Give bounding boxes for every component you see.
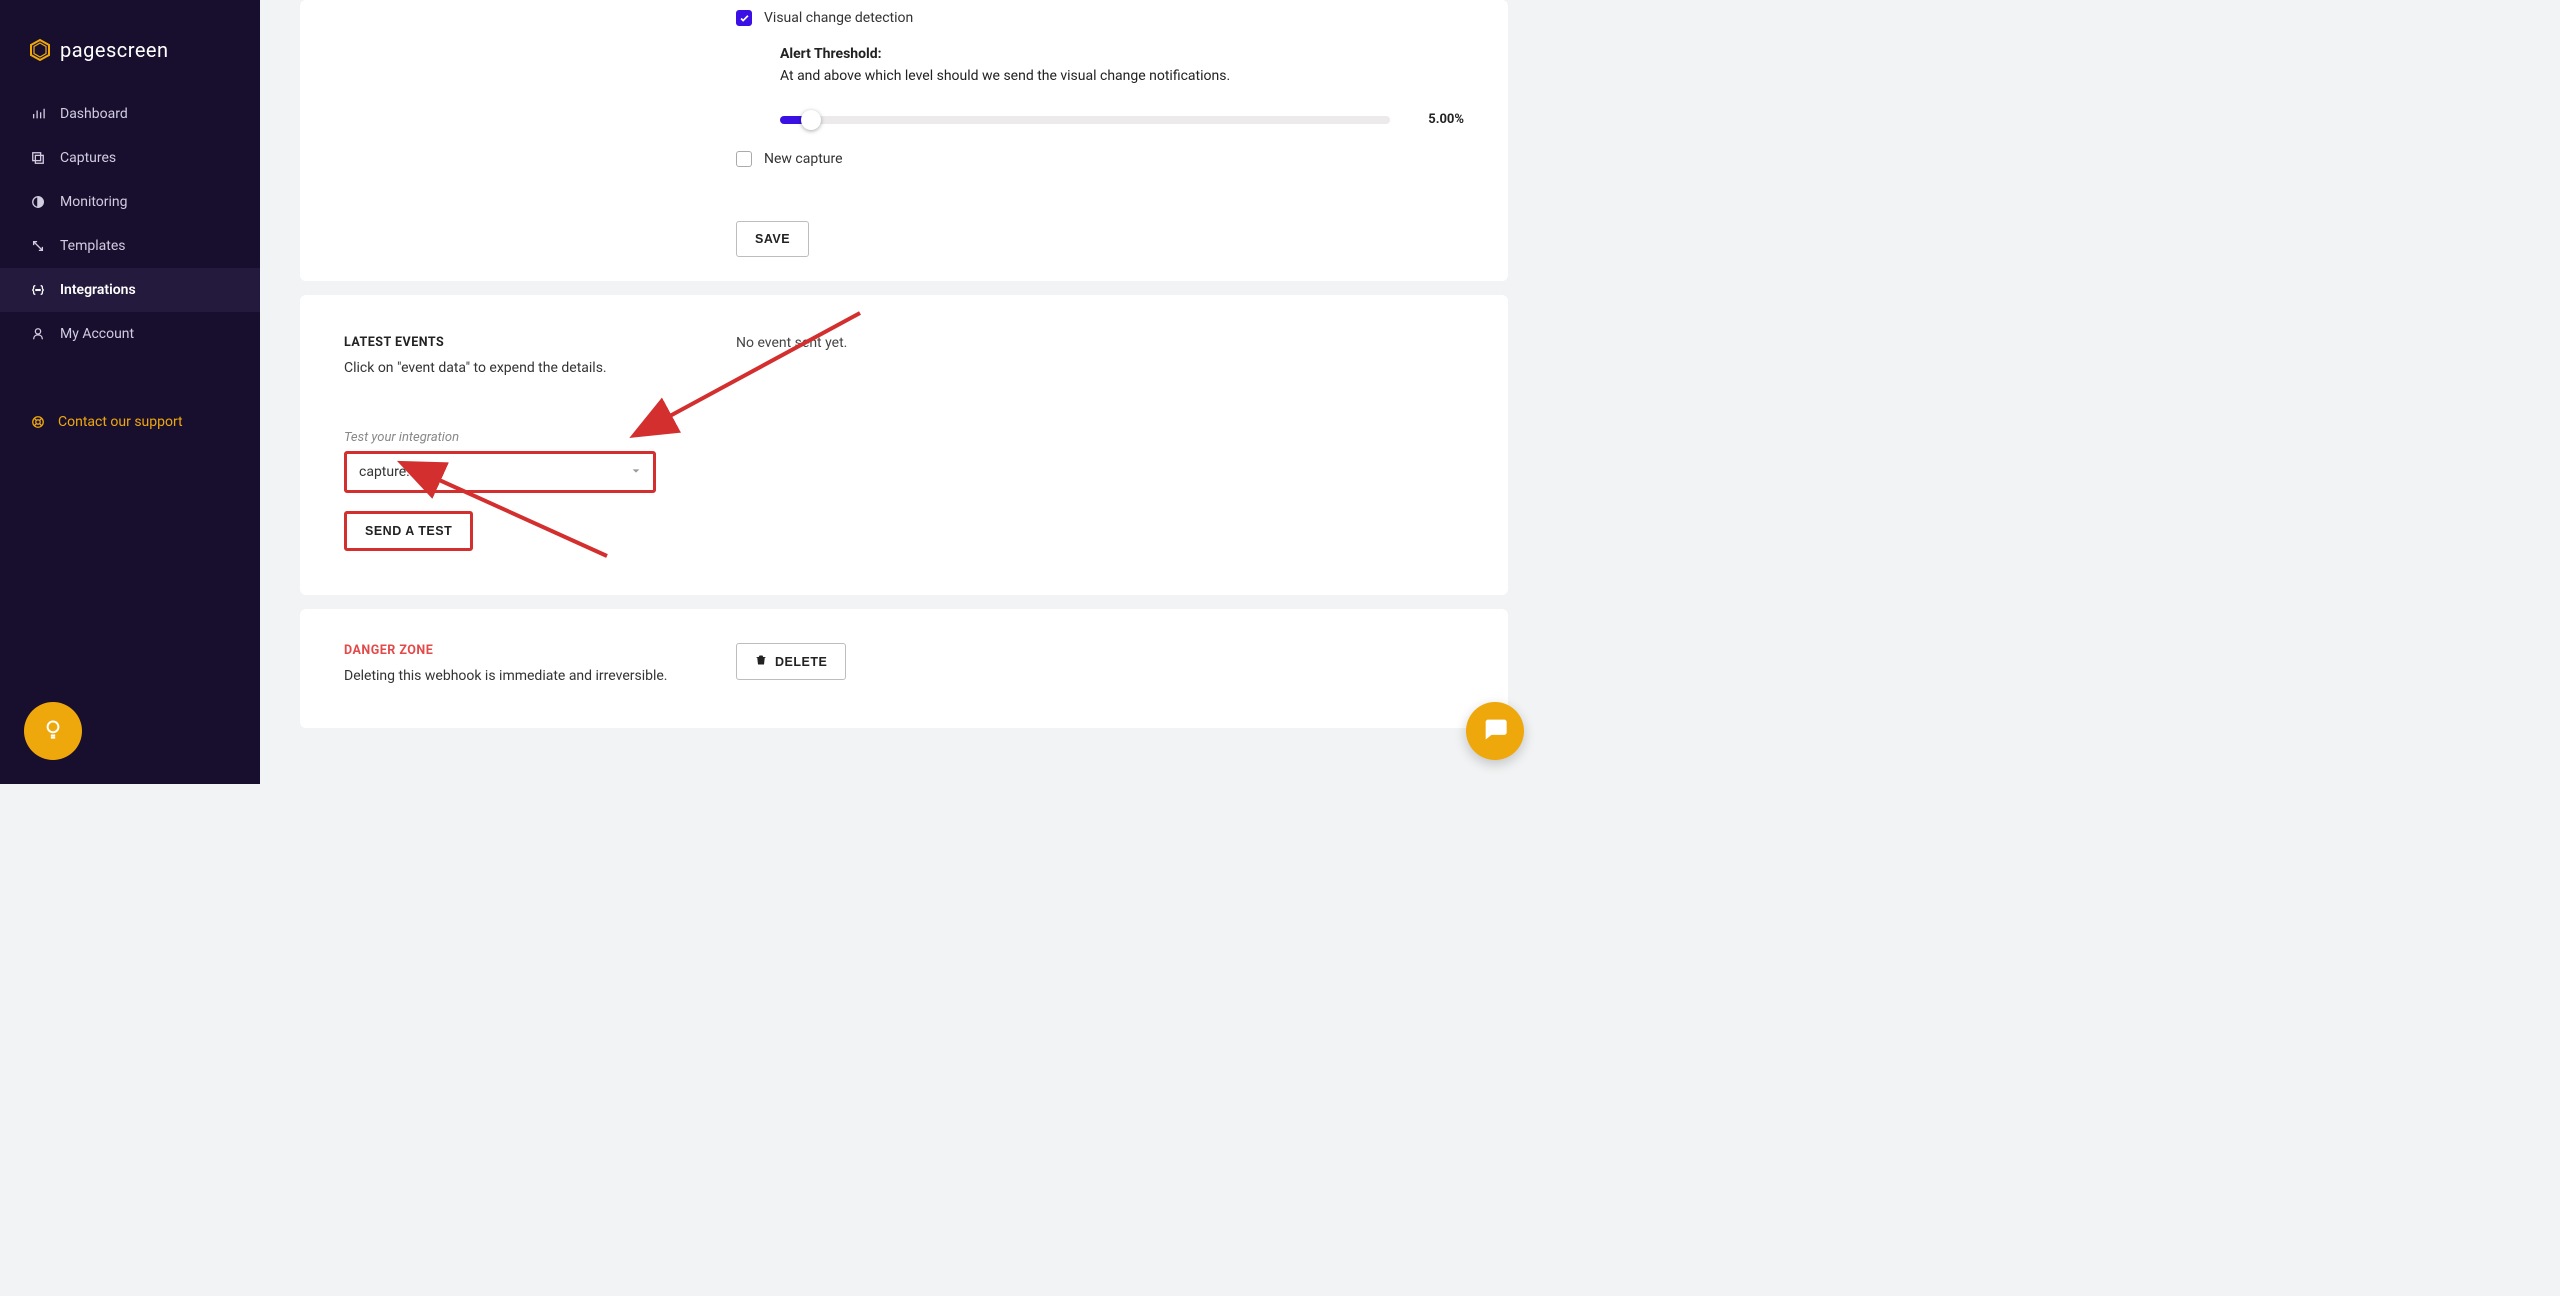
send-test-label: SEND A TEST bbox=[365, 524, 452, 538]
delete-button-label: DELETE bbox=[775, 655, 827, 669]
tips-button[interactable] bbox=[24, 702, 82, 760]
new-capture-option: New capture bbox=[736, 151, 1464, 167]
sidebar-item-dashboard[interactable]: Dashboard bbox=[0, 92, 260, 136]
trash-icon bbox=[755, 654, 767, 669]
sidebar-item-label: Integrations bbox=[60, 282, 136, 298]
sidebar-item-my-account[interactable]: My Account bbox=[0, 312, 260, 356]
alert-threshold-desc: At and above which level should we send … bbox=[780, 68, 1464, 84]
sidebar: pagescreen Dashboard Captures Monitoring… bbox=[0, 0, 260, 784]
danger-zone-title: DANGER ZONE bbox=[344, 643, 736, 658]
latest-events-subtitle: Click on "event data" to expend the deta… bbox=[344, 360, 736, 376]
slider-value: 5.00% bbox=[1412, 112, 1464, 127]
test-integration-label: Test your integration bbox=[344, 430, 736, 445]
alert-threshold-block: Alert Threshold: At and above which leve… bbox=[780, 46, 1464, 127]
sidebar-nav: Dashboard Captures Monitoring Templates … bbox=[0, 92, 260, 356]
sidebar-item-label: Monitoring bbox=[60, 194, 128, 210]
bar-chart-icon bbox=[30, 106, 46, 122]
sidebar-item-label: Captures bbox=[60, 150, 116, 166]
chat-icon bbox=[1481, 715, 1509, 747]
support-label: Contact our support bbox=[58, 414, 183, 430]
save-button[interactable]: SAVE bbox=[736, 221, 809, 257]
slider-track[interactable] bbox=[780, 116, 1390, 124]
sidebar-item-label: My Account bbox=[60, 326, 134, 342]
sidebar-item-captures[interactable]: Captures bbox=[0, 136, 260, 180]
no-events-message: No event sent yet. bbox=[736, 335, 1464, 351]
brand-logo[interactable]: pagescreen bbox=[0, 0, 260, 88]
main-content: Visual change detection Alert Threshold:… bbox=[260, 0, 1548, 784]
latest-events-card: LATEST EVENTS Click on "event data" to e… bbox=[300, 295, 1508, 595]
logo-icon bbox=[28, 38, 52, 62]
sidebar-item-monitoring[interactable]: Monitoring bbox=[0, 180, 260, 224]
danger-zone-subtitle: Deleting this webhook is immediate and i… bbox=[344, 668, 736, 684]
danger-zone-card: DANGER ZONE Deleting this webhook is imm… bbox=[300, 609, 1508, 728]
brand-name: pagescreen bbox=[60, 38, 169, 62]
user-icon bbox=[30, 326, 46, 342]
send-test-button[interactable]: SEND A TEST bbox=[347, 514, 470, 548]
check-icon bbox=[739, 9, 750, 28]
latest-events-title: LATEST EVENTS bbox=[344, 335, 736, 350]
new-capture-checkbox[interactable] bbox=[736, 151, 752, 167]
lifebuoy-icon bbox=[30, 414, 46, 430]
sidebar-item-label: Templates bbox=[60, 238, 126, 254]
alert-threshold-slider[interactable]: 5.00% bbox=[780, 112, 1464, 127]
braces-icon bbox=[30, 282, 46, 298]
visual-change-checkbox[interactable] bbox=[736, 10, 752, 26]
sidebar-item-label: Dashboard bbox=[60, 106, 128, 122]
save-button-label: SAVE bbox=[755, 232, 790, 246]
slider-thumb[interactable] bbox=[801, 110, 821, 130]
delete-button[interactable]: DELETE bbox=[736, 643, 846, 680]
visual-change-option: Visual change detection bbox=[736, 10, 1464, 26]
chat-button[interactable] bbox=[1466, 702, 1524, 760]
test-event-selected: capture.new bbox=[359, 464, 436, 480]
send-test-highlight: SEND A TEST bbox=[344, 511, 473, 551]
expand-icon bbox=[30, 238, 46, 254]
chevron-down-icon bbox=[631, 464, 641, 480]
sidebar-item-integrations[interactable]: Integrations bbox=[0, 268, 260, 312]
new-capture-label: New capture bbox=[764, 151, 843, 167]
settings-card: Visual change detection Alert Threshold:… bbox=[300, 0, 1508, 281]
sidebar-item-templates[interactable]: Templates bbox=[0, 224, 260, 268]
alert-threshold-title: Alert Threshold: bbox=[780, 46, 1464, 62]
copy-icon bbox=[30, 150, 46, 166]
visual-change-label: Visual change detection bbox=[764, 10, 913, 26]
contact-support-link[interactable]: Contact our support bbox=[30, 414, 230, 430]
lightbulb-icon bbox=[40, 716, 66, 746]
contrast-icon bbox=[30, 194, 46, 210]
test-event-select[interactable]: capture.new bbox=[344, 451, 656, 493]
